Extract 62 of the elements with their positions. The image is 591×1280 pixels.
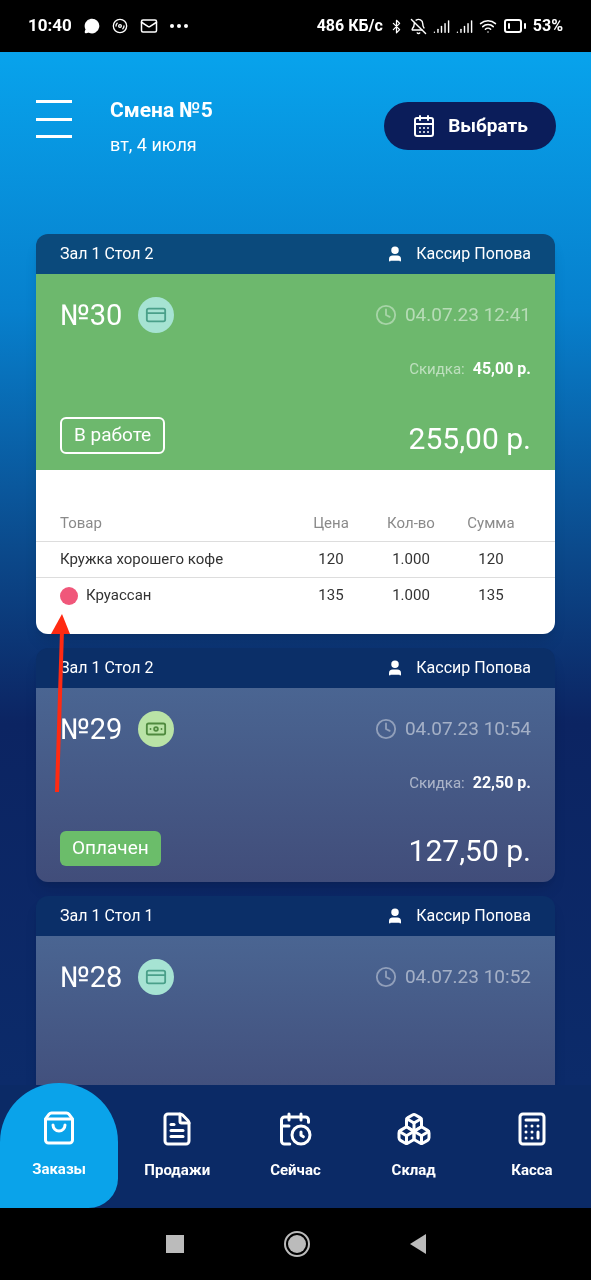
table-cell-text: Круассан xyxy=(86,585,152,607)
column-header: Сумма xyxy=(466,512,516,534)
column-header: Цена xyxy=(312,512,350,534)
table-cell-text: 135 xyxy=(477,585,505,607)
table-cell-text: 1.000 xyxy=(391,548,431,570)
nav-tab[interactable]: Продажи xyxy=(118,1085,237,1208)
discount-value: 45,00 р. xyxy=(472,358,531,380)
back-icon[interactable] xyxy=(409,1234,426,1254)
card-icon xyxy=(138,297,175,334)
boxes-icon xyxy=(395,1111,432,1148)
shift-date: вт, 4 июля xyxy=(110,132,198,157)
card-icon xyxy=(138,959,175,996)
table-cell-text: 135 xyxy=(317,585,345,607)
recents-icon[interactable] xyxy=(165,1235,184,1253)
table-cell-text: Кружка хорошего кофе xyxy=(60,548,224,570)
banknote-icon xyxy=(138,711,175,748)
mail-icon xyxy=(139,17,158,35)
more-icon xyxy=(169,24,188,28)
calendar-clock-icon xyxy=(277,1111,314,1148)
nav-tab[interactable]: Сейчас xyxy=(236,1085,355,1208)
wifi-icon xyxy=(478,17,497,35)
status-time: 10:40 xyxy=(28,14,72,38)
order-datetime: 04.07.23 12:41 xyxy=(404,302,531,328)
cashier-name: Кассир Попова xyxy=(416,904,531,927)
clock-icon xyxy=(374,304,397,327)
order-datetime: 04.07.23 10:54 xyxy=(404,716,531,742)
order-number: №30 xyxy=(60,296,123,334)
disc-icon xyxy=(111,18,128,34)
order-number: №28 xyxy=(60,958,123,996)
chat-icon xyxy=(83,18,100,34)
calendar-icon xyxy=(412,114,437,138)
order-total: 255,00 р. xyxy=(408,423,531,454)
nav-tab[interactable]: Склад xyxy=(354,1085,473,1208)
table-location: Зал 1 Стол 1 xyxy=(60,904,154,927)
table-cell-text: 1.000 xyxy=(391,585,431,607)
select-date-button[interactable]: Выбрать xyxy=(384,102,556,150)
clock-icon xyxy=(374,718,397,741)
order-datetime: 04.07.23 10:52 xyxy=(404,964,531,990)
order-total: 127,50 р. xyxy=(408,835,531,866)
order-card[interactable]: Зал 1 Стол 1 Кассир Попова №28 04.07.23 10:52 xyxy=(36,895,555,1085)
discount-value: 22,50 р. xyxy=(472,772,531,794)
table-cell-text: 120 xyxy=(477,548,505,570)
cashier-name: Кассир Попова xyxy=(416,242,531,265)
table-cell-text: 120 xyxy=(317,548,345,570)
battery-percent: 53% xyxy=(532,15,563,37)
order-number: №29 xyxy=(60,710,123,748)
clock-icon xyxy=(374,966,397,989)
bell-off-icon xyxy=(409,17,427,35)
table-location: Зал 1 Стол 2 xyxy=(60,242,154,265)
column-header: Кол-во xyxy=(386,512,436,534)
shift-title: Смена №5 xyxy=(110,97,213,124)
discount-label: Скидка: xyxy=(409,358,465,380)
signal-icon xyxy=(455,17,473,35)
network-speed: 486 КБ/с xyxy=(316,15,383,37)
order-card[interactable]: Зал 1 Стол 2 Кассир Попова №30 04.07.23 12:41 Скидка: 45,00 р. В работе 255,00 р. Товар Цена Кол-во Сумма Кружка хорошего кофе 120 1.000 120 Круассан 135 1.000 135 xyxy=(36,233,555,634)
nav-tab[interactable]: Касса xyxy=(472,1085,591,1208)
cashier-name: Кассир Попова xyxy=(416,656,531,679)
column-header: Товар xyxy=(60,512,103,534)
signal-icon xyxy=(432,17,450,35)
menu-icon[interactable] xyxy=(36,100,72,138)
discount-label: Скидка: xyxy=(409,772,465,794)
home-icon[interactable] xyxy=(283,1231,310,1257)
